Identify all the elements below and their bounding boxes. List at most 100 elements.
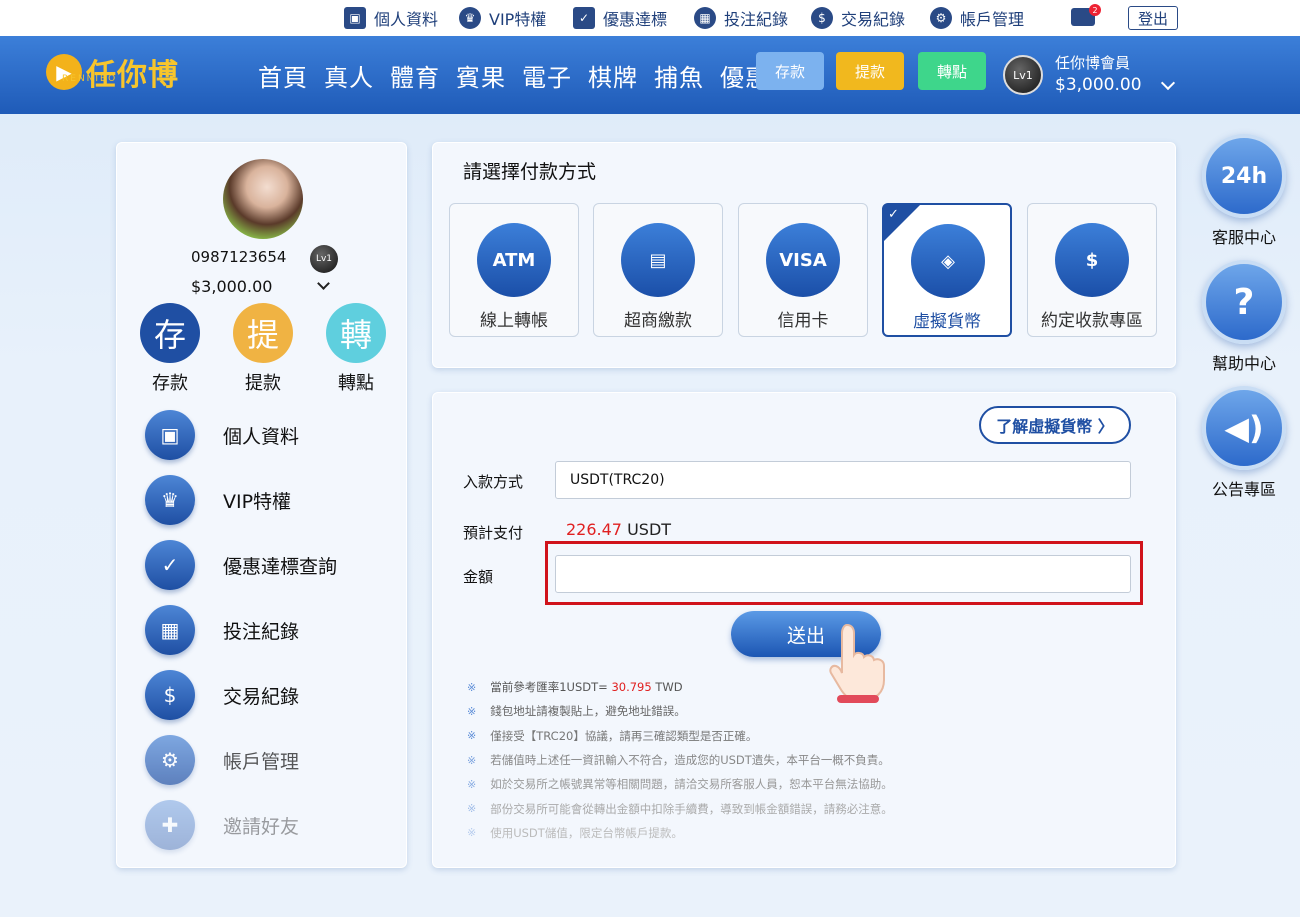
- topbar-account-link[interactable]: ⚙ 帳戶管理: [930, 0, 1024, 36]
- sidebar-item-bets[interactable]: ▦ 投注紀錄: [145, 604, 395, 656]
- calendar-icon: ▦: [145, 605, 195, 655]
- store-icon: ▤: [621, 223, 695, 297]
- id-card-icon: ▣: [145, 410, 195, 460]
- payment-method-store[interactable]: ▤ 超商繳款: [593, 203, 723, 337]
- transfer-icon: 轉: [326, 303, 386, 363]
- announcement-button[interactable]: ◀) 公告專區: [1202, 386, 1286, 500]
- gear-icon: ⚙: [930, 7, 952, 29]
- nav-deposit-button[interactable]: 存款: [756, 52, 824, 90]
- logo-mark-icon: ▶: [46, 54, 82, 90]
- atm-icon: ATM: [477, 223, 551, 297]
- level-badge: Lv1: [1003, 55, 1043, 95]
- topbar-promo-link[interactable]: ✓ 優惠達標: [573, 0, 667, 36]
- sidebar-item-account[interactable]: ⚙ 帳戶管理: [145, 734, 395, 786]
- payment-method-crypto[interactable]: ✓ ◈ 虛擬貨幣: [882, 203, 1012, 337]
- nav-transfer-button[interactable]: 轉點: [918, 52, 986, 90]
- credit-card-icon: VISA: [766, 223, 840, 297]
- help-center-button[interactable]: ? 幫助中心: [1202, 260, 1286, 374]
- note-item: ※ 僅接受【TRC20】協議，請再三確認類型是否正確。: [467, 728, 758, 743]
- payment-method-card[interactable]: VISA 信用卡: [738, 203, 868, 337]
- logo-text: 任你博: [86, 58, 179, 93]
- top-utility-bar: ▣ 個人資料 ♛ VIP特權 ✓ 優惠達標 ▦ 投注紀錄 $ 交易紀錄 ⚙ 帳戶管理 2 登…: [0, 0, 1300, 36]
- note-item: ※ 當前參考匯率1USDT= 30.795 TWD: [467, 680, 683, 695]
- crown-icon: ♛: [145, 475, 195, 525]
- support-24h-icon: 24h: [1202, 134, 1286, 218]
- note-item: ※ 部份交易所可能會從轉出金額中扣除手續費，導致到帳金額錯誤，請務必注意。: [467, 801, 893, 816]
- nav-sports[interactable]: 體育: [390, 58, 440, 93]
- sidebar-item-vip[interactable]: ♛ VIP特權: [145, 474, 395, 526]
- add-user-icon: ✚: [145, 800, 195, 850]
- logo-subtitle: RENNIBO: [62, 74, 118, 84]
- level-badge-small: Lv1: [310, 245, 338, 273]
- payment-method-atm[interactable]: ATM 線上轉帳: [449, 203, 579, 337]
- chevron-down-icon[interactable]: [317, 277, 330, 290]
- binance-icon: ◈: [911, 224, 985, 298]
- quick-transfer[interactable]: 轉 轉點: [325, 303, 387, 395]
- user-phone: 0987123654: [191, 248, 287, 266]
- notes-list: ※ 當前參考匯率1USDT= 30.795 TWD ※ 錢包地址請複製貼上，避免地址…: [467, 675, 893, 845]
- checklist-icon: ✓: [145, 540, 195, 590]
- site-logo[interactable]: ▶ 任你博: [46, 50, 179, 94]
- dollar-icon: $: [145, 670, 195, 720]
- calendar-icon: ▦: [694, 7, 716, 29]
- topbar-bet-record-link[interactable]: ▦ 投注紀錄: [694, 0, 788, 36]
- topbar-transaction-link[interactable]: $ 交易紀錄: [811, 0, 905, 36]
- deposit-form-panel: 了解虛擬貨幣 〉 入款方式 USDT(TRC20) 預計支付 226.47 US…: [432, 392, 1176, 868]
- checklist-icon: ✓: [573, 7, 595, 29]
- dollar-icon: $: [811, 7, 833, 29]
- estimate-label: 預計支付: [463, 524, 524, 542]
- nav-home[interactable]: 首頁: [258, 58, 308, 93]
- quick-withdraw-label: 提款: [245, 373, 281, 394]
- id-card-icon: ▣: [344, 7, 366, 29]
- check-icon: ✓: [888, 207, 899, 222]
- user-balance: $3,000.00: [191, 277, 273, 296]
- quick-deposit-label: 存款: [152, 373, 188, 394]
- nav-slots[interactable]: 電子: [522, 58, 572, 93]
- sidebar-item-promo[interactable]: ✓ 優惠達標查詢: [145, 539, 395, 591]
- speaker-icon: ◀): [1202, 386, 1286, 470]
- nav-cards[interactable]: 棋牌: [588, 58, 638, 93]
- mail-badge: 2: [1089, 4, 1101, 16]
- profile-sidebar: 0987123654 Lv1 $3,000.00 存 存款 提 提款 轉 轉點 …: [116, 142, 407, 868]
- avatar: [223, 159, 303, 239]
- bank-icon: $: [1055, 223, 1129, 297]
- learn-crypto-button[interactable]: 了解虛擬貨幣 〉: [979, 406, 1131, 444]
- note-item: ※ 使用USDT儲值，限定台幣帳戶提款。: [467, 825, 683, 840]
- quick-withdraw[interactable]: 提 提款: [232, 303, 294, 395]
- topbar-profile-link[interactable]: ▣ 個人資料: [344, 0, 438, 36]
- estimate-value: 226.47 USDT: [566, 520, 672, 539]
- method-label: 入款方式: [463, 473, 524, 491]
- nav-user-info[interactable]: 任你博會員 $3,000.00: [1055, 52, 1142, 96]
- main-navbar: ▶ 任你博 RENNIBO 首頁 真人 體育 賓果 電子 棋牌 捕魚 優惠 存款…: [0, 36, 1300, 114]
- page-title: 請選擇付款方式: [463, 161, 597, 183]
- deposit-method-select[interactable]: USDT(TRC20): [555, 461, 1131, 499]
- quick-deposit[interactable]: 存 存款: [139, 303, 201, 395]
- nav-fishing[interactable]: 捕魚: [654, 58, 704, 93]
- gear-icon: ⚙: [145, 735, 195, 785]
- topbar-vip-link[interactable]: ♛ VIP特權: [459, 0, 546, 36]
- payment-method-panel: 請選擇付款方式 ATM 線上轉帳 ▤ 超商繳款 VISA 信用卡 ✓ ◈ 虛擬貨…: [432, 142, 1176, 368]
- chevron-down-icon[interactable]: [1160, 75, 1176, 91]
- note-item: ※ 若儲值時上述任一資訊輸入不符合，造成您的USDT遺失，本平台一概不負責。: [467, 753, 890, 768]
- sidebar-item-profile[interactable]: ▣ 個人資料: [145, 409, 395, 461]
- question-icon: ?: [1202, 260, 1286, 344]
- nav-withdraw-button[interactable]: 提款: [836, 52, 904, 90]
- payment-method-agreed[interactable]: $ 約定收款專區: [1027, 203, 1157, 337]
- nav-links: 首頁 真人 體育 賓果 電子 棋牌 捕魚 優惠: [258, 58, 770, 93]
- note-item: ※ 如於交易所之帳號異常等相關問題，請洽交易所客服人員，恕本平台無法協助。: [467, 777, 893, 792]
- withdraw-icon: 提: [233, 303, 293, 363]
- note-item: ※ 錢包地址請複製貼上，避免地址錯誤。: [467, 704, 686, 719]
- nav-live[interactable]: 真人: [324, 58, 374, 93]
- amount-input[interactable]: [555, 555, 1131, 593]
- amount-label: 金額: [463, 568, 494, 586]
- sidebar-item-transactions[interactable]: $ 交易紀錄: [145, 669, 395, 721]
- logout-button[interactable]: 登出: [1128, 6, 1178, 30]
- nav-bingo[interactable]: 賓果: [456, 58, 506, 93]
- user-label: 任你博會員: [1055, 54, 1131, 72]
- deposit-icon: 存: [140, 303, 200, 363]
- quick-transfer-label: 轉點: [338, 373, 374, 394]
- sidebar-item-invite[interactable]: ✚ 邀請好友: [145, 799, 395, 851]
- customer-service-button[interactable]: 24h 客服中心: [1202, 134, 1286, 248]
- crown-icon: ♛: [459, 7, 481, 29]
- nav-balance: $3,000.00: [1055, 75, 1142, 95]
